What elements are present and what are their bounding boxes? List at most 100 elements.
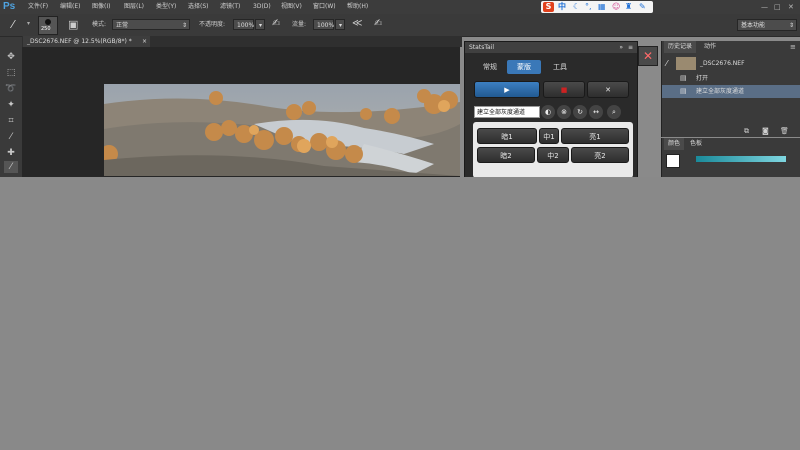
menu-image[interactable]: 图像(I) [92, 0, 110, 14]
healing-brush-tool-icon[interactable]: ✚ [4, 147, 18, 159]
action-select[interactable]: 建立全部灰度通道 [474, 106, 540, 118]
minimize-button[interactable]: — [761, 0, 768, 14]
brush-preset-picker[interactable]: 250 [38, 16, 58, 35]
tab-mask[interactable]: 蒙版 [507, 60, 541, 74]
eyedropper-tool-icon[interactable]: ⁄ [4, 131, 18, 143]
opacity-value: 100% [237, 22, 255, 29]
statstail-panel: StatsTail » ≡ 常规 蒙版 工具 ▶ ■ ✕ 建立全部灰度通道 ◐ … [464, 41, 638, 179]
brush-size-value: 250 [41, 26, 51, 32]
tab-general[interactable]: 常规 [473, 60, 507, 74]
history-item-channels[interactable]: ▤ 建立全部灰度通道 [662, 85, 800, 98]
history-step-icon: ▤ [680, 74, 687, 82]
photoshop-logo: Ps [3, 1, 16, 12]
maximize-button[interactable]: □ [774, 0, 781, 14]
dark1-button[interactable]: 暗1 [477, 128, 537, 144]
brush-tool-icon[interactable]: ⁄ [12, 18, 14, 31]
document-tab-title: _DSC2676.NEF @ 12.5%(RGB/8*) * [27, 38, 132, 45]
pressure-opacity-icon[interactable]: ✍ [272, 18, 280, 29]
history-item-label: 打开 [696, 75, 709, 82]
refresh-icon[interactable]: ↻ [573, 105, 587, 119]
history-item-open[interactable]: ▤ 打开 [662, 72, 800, 85]
pressure-size-icon[interactable]: ✍ [374, 18, 382, 29]
ime-toolbar[interactable]: S 中 ☾ °, ▦ ☺ ♜ ✎ [541, 1, 653, 13]
tools-panel: ✥ ⬚ ➰ ✦ ⌗ ⁄ ✚ ⁄ [0, 37, 23, 177]
shirt-icon[interactable]: ♜ [625, 1, 632, 13]
opacity-input[interactable]: 100% [233, 19, 254, 30]
document-tab-close-button[interactable]: × [142, 36, 147, 47]
tab-tools[interactable]: 工具 [543, 60, 577, 74]
collapse-icon[interactable]: » [619, 42, 623, 53]
magic-wand-tool-icon[interactable]: ✦ [4, 99, 18, 111]
camera-icon[interactable]: ◙ [762, 127, 769, 135]
menu-select[interactable]: 选择(S) [188, 0, 209, 14]
opacity-dropdown[interactable]: ▾ [255, 19, 265, 30]
options-bar: ⁄ ▾ 250 ▣ 模式: 正常 ⇕ 不透明度: 100% ▾ ✍ 流量: 10… [0, 14, 800, 37]
wrench-icon[interactable]: ✎ [639, 1, 646, 13]
menu-window[interactable]: 窗口(W) [313, 0, 336, 14]
settings-icon[interactable]: ⊗ [557, 105, 571, 119]
history-step-icon: ▤ [680, 87, 687, 95]
stop-close-button[interactable]: ✕ [587, 81, 629, 98]
dark2-button[interactable]: 暗2 [477, 147, 535, 163]
menu-edit[interactable]: 编辑(E) [60, 0, 80, 14]
tab-color[interactable]: 颜色 [664, 138, 685, 150]
menu-file[interactable]: 文件(F) [28, 0, 48, 14]
tab-history[interactable]: 历史记录 [664, 41, 697, 53]
punctuation-icon[interactable]: °, [585, 1, 592, 13]
light1-button[interactable]: 亮1 [561, 128, 629, 144]
chevron-down-icon[interactable]: ▾ [27, 20, 30, 27]
lasso-tool-icon[interactable]: ➰ [4, 83, 18, 95]
landscape-photo [104, 84, 460, 176]
brush-tool-icon[interactable]: ⁄ [4, 161, 18, 173]
mid2-button[interactable]: 中2 [537, 147, 569, 163]
menu-layer[interactable]: 图层(L) [124, 0, 144, 14]
menu-filter[interactable]: 滤镜(T) [220, 0, 240, 14]
keyboard-icon[interactable]: ▦ [598, 1, 606, 13]
mid1-button[interactable]: 中1 [539, 128, 559, 144]
move-tool-icon[interactable]: ✥ [4, 51, 18, 63]
menu-view[interactable]: 视图(V) [281, 0, 302, 14]
arrow-icon[interactable]: ↔ [589, 105, 603, 119]
sogou-logo-icon[interactable]: S [543, 2, 554, 12]
search-icon[interactable]: ⌕ [607, 105, 621, 119]
new-document-icon[interactable]: ⧉ [744, 127, 749, 136]
ime-lang-toggle[interactable]: 中 [558, 1, 566, 13]
workspace-select[interactable]: 基本功能 ⇕ [737, 19, 797, 31]
window-close-button[interactable]: ✕ [788, 0, 794, 14]
menu-bar: Ps 文件(F) 编辑(E) 图像(I) 图层(L) 类型(Y) 选择(S) 滤… [0, 0, 800, 14]
tab-swatches[interactable]: 色板 [686, 138, 706, 150]
mode-value: 正常 [116, 22, 129, 29]
dropdown-icon: ⇕ [788, 22, 794, 29]
snapshot-thumbnail [676, 57, 696, 70]
close-icon[interactable]: ✕ [638, 46, 658, 66]
stop-button[interactable]: ■ [543, 81, 585, 98]
menu-type[interactable]: 类型(Y) [156, 0, 176, 14]
airbrush-icon[interactable]: ≪ [352, 18, 362, 29]
flow-input[interactable]: 100% [313, 19, 334, 30]
history-item-label: 建立全部灰度通道 [696, 88, 745, 95]
color-slider[interactable] [696, 156, 786, 162]
flow-value: 100% [317, 22, 335, 29]
foreground-color-swatch[interactable] [666, 154, 680, 168]
document-tab[interactable]: _DSC2676.NEF @ 12.5%(RGB/8*) * × [23, 36, 150, 47]
record-icon[interactable]: ◐ [541, 105, 555, 119]
tab-actions[interactable]: 动作 [700, 41, 720, 53]
crop-tool-icon[interactable]: ⌗ [4, 115, 18, 127]
mode-label: 模式: [92, 21, 107, 28]
history-snapshot[interactable]: ⁄ _DSC2676.NEF [662, 55, 800, 72]
button-grid: 暗1 中1 亮1 暗2 中2 亮2 [473, 122, 633, 178]
dropdown-icon: ⇕ [181, 22, 187, 29]
moon-icon[interactable]: ☾ [573, 1, 580, 13]
panel-menu-icon[interactable]: ≡ [628, 42, 633, 53]
marquee-tool-icon[interactable]: ⬚ [4, 67, 18, 79]
flow-dropdown[interactable]: ▾ [335, 19, 345, 30]
menu-3d[interactable]: 3D(D) [253, 0, 271, 14]
brush-panel-icon[interactable]: ▣ [68, 18, 78, 31]
user-icon[interactable]: ☺ [612, 1, 620, 13]
panel-menu-icon[interactable]: ≡ [790, 43, 796, 51]
menu-help[interactable]: 帮助(H) [347, 0, 368, 14]
mode-select[interactable]: 正常 ⇕ [112, 19, 190, 30]
light2-button[interactable]: 亮2 [571, 147, 629, 163]
play-button[interactable]: ▶ [474, 81, 540, 98]
trash-icon[interactable]: 🗑 [780, 127, 789, 135]
